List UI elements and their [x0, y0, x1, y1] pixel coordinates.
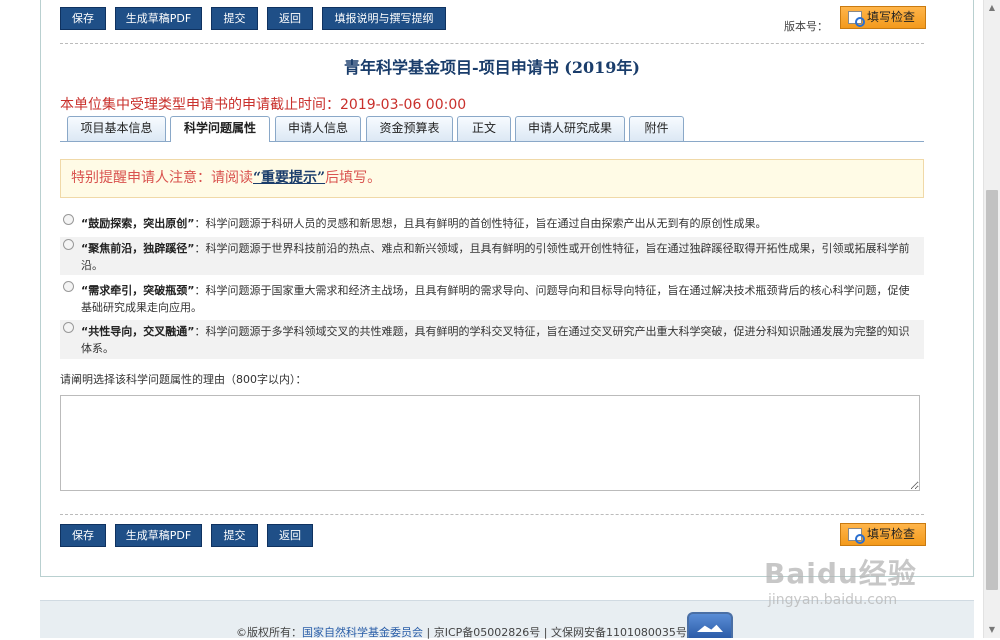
copyright-label: ©版权所有：	[236, 626, 302, 639]
submit-button-bottom[interactable]: 提交	[211, 524, 258, 547]
baidu-watermark: Baidu经验 jingyan.baidu.com	[764, 552, 917, 608]
radio-button[interactable]	[63, 322, 74, 333]
nsfc-link[interactable]: 国家自然科学基金委员会	[302, 626, 423, 639]
back-button-bottom[interactable]: 返回	[267, 524, 313, 547]
option-frontier: “聚焦前沿，独辟蹊径”：科学问题源于世界科技前沿的热点、难点和新兴领域，且具有鲜…	[60, 237, 924, 275]
option-explore-original: “鼓励探索，突出原创”：科学问题源于科研人员的灵感和新思想，且具有鲜明的首创性特…	[60, 212, 924, 234]
save-button[interactable]: 保存	[60, 7, 106, 30]
generate-pdf-button[interactable]: 生成草稿PDF	[115, 7, 202, 30]
option-desc: ：科学问题源于多学科领域交叉的共性难题，具有鲜明的学科交叉特征，旨在通过交叉研究…	[81, 325, 910, 355]
radio-button[interactable]	[63, 281, 74, 292]
save-button-bottom[interactable]: 保存	[60, 524, 106, 547]
option-title: “聚焦前沿，独辟蹊径”	[81, 242, 195, 255]
divider	[60, 514, 924, 515]
tab-research-results[interactable]: 申请人研究成果	[515, 116, 625, 141]
important-notice: 特别提醒申请人注意：请阅读“重要提示”后填写。	[60, 159, 924, 198]
deadline-text: 本单位集中受理类型申请书的申请截止时间：2019-03-06 00:00	[60, 94, 466, 114]
option-interdisciplinary: “共性导向，交叉融通”：科学问题源于多学科领域交叉的共性难题，具有鲜明的学科交叉…	[60, 320, 924, 359]
tab-applicant-info[interactable]: 申请人信息	[275, 116, 361, 141]
fill-check-label: 填写检查	[867, 10, 916, 24]
notice-prefix: 特别提醒申请人注意：请阅读	[71, 170, 253, 186]
magnifier-icon	[848, 11, 865, 27]
tab-project-info[interactable]: 项目基本信息	[67, 116, 166, 141]
guide-button[interactable]: 填报说明与撰写提纲	[322, 7, 446, 30]
vertical-scrollbar[interactable]: ▲ ▼	[983, 0, 1000, 638]
icp-text: | 京ICP备05002826号 | 文保网安备1101080035号	[423, 626, 687, 639]
back-button[interactable]: 返回	[267, 7, 313, 30]
option-title: “鼓励探索，突出原创”	[81, 217, 195, 230]
important-tips-link[interactable]: “重要提示”	[253, 170, 325, 186]
scroll-up-icon[interactable]: ▲	[987, 3, 997, 13]
reason-label: 请阐明选择该科学问题属性的理由（800字以内）：	[60, 373, 307, 386]
deadline-label: 本单位集中受理类型申请书的申请截止时间：	[60, 97, 340, 113]
radio-button[interactable]	[63, 239, 74, 250]
page-title: 青年科学基金项目-项目申请书 (2019年)	[344, 58, 640, 77]
watermark-url: jingyan.baidu.com	[768, 592, 898, 608]
notice-suffix: 后填写。	[325, 170, 382, 186]
magnifier-icon	[848, 528, 865, 544]
option-title: “需求牵引，突破瓶颈”	[81, 284, 195, 297]
divider	[60, 43, 924, 44]
tab-main-text[interactable]: 正文	[457, 116, 511, 141]
scroll-down-icon[interactable]: ▼	[987, 625, 997, 635]
fill-check-button-bottom[interactable]: 填写检查	[840, 523, 926, 546]
reason-textarea[interactable]	[60, 395, 920, 491]
security-emblem-icon[interactable]	[687, 612, 733, 638]
deadline-time: 2019-03-06 00:00	[340, 97, 467, 113]
tab-attachments[interactable]: 附件	[629, 116, 684, 141]
tab-science-attribute[interactable]: 科学问题属性	[170, 116, 270, 142]
scrollbar-thumb[interactable]	[986, 190, 998, 590]
option-desc: ：科学问题源于科研人员的灵感和新思想，且具有鲜明的首创性特征，旨在通过自由探索产…	[194, 217, 767, 230]
option-title: “共性导向，交叉融通”	[81, 325, 195, 338]
fill-check-label: 填写检查	[867, 527, 916, 541]
option-demand-driven: “需求牵引，突破瓶颈”：科学问题源于国家重大需求和经济主战场，且具有鲜明的需求导…	[60, 279, 924, 317]
watermark-brand: Baidu经验	[764, 557, 917, 590]
option-desc: ：科学问题源于世界科技前沿的热点、难点和新兴领域，且具有鲜明的引领性或开创性特征…	[81, 242, 910, 272]
tab-budget[interactable]: 资金预算表	[366, 116, 453, 141]
version-label: 版本号：	[784, 20, 828, 33]
radio-button[interactable]	[63, 214, 74, 225]
option-desc: ：科学问题源于国家重大需求和经济主战场，且具有鲜明的需求导向、问题导向和目标导向…	[81, 284, 910, 314]
submit-button[interactable]: 提交	[211, 7, 258, 30]
generate-pdf-button-bottom[interactable]: 生成草稿PDF	[115, 524, 202, 547]
fill-check-button[interactable]: 填写检查	[840, 6, 926, 29]
tab-bar: 项目基本信息 科学问题属性 申请人信息 资金预算表 正文 申请人研究成果 附件	[60, 116, 924, 142]
